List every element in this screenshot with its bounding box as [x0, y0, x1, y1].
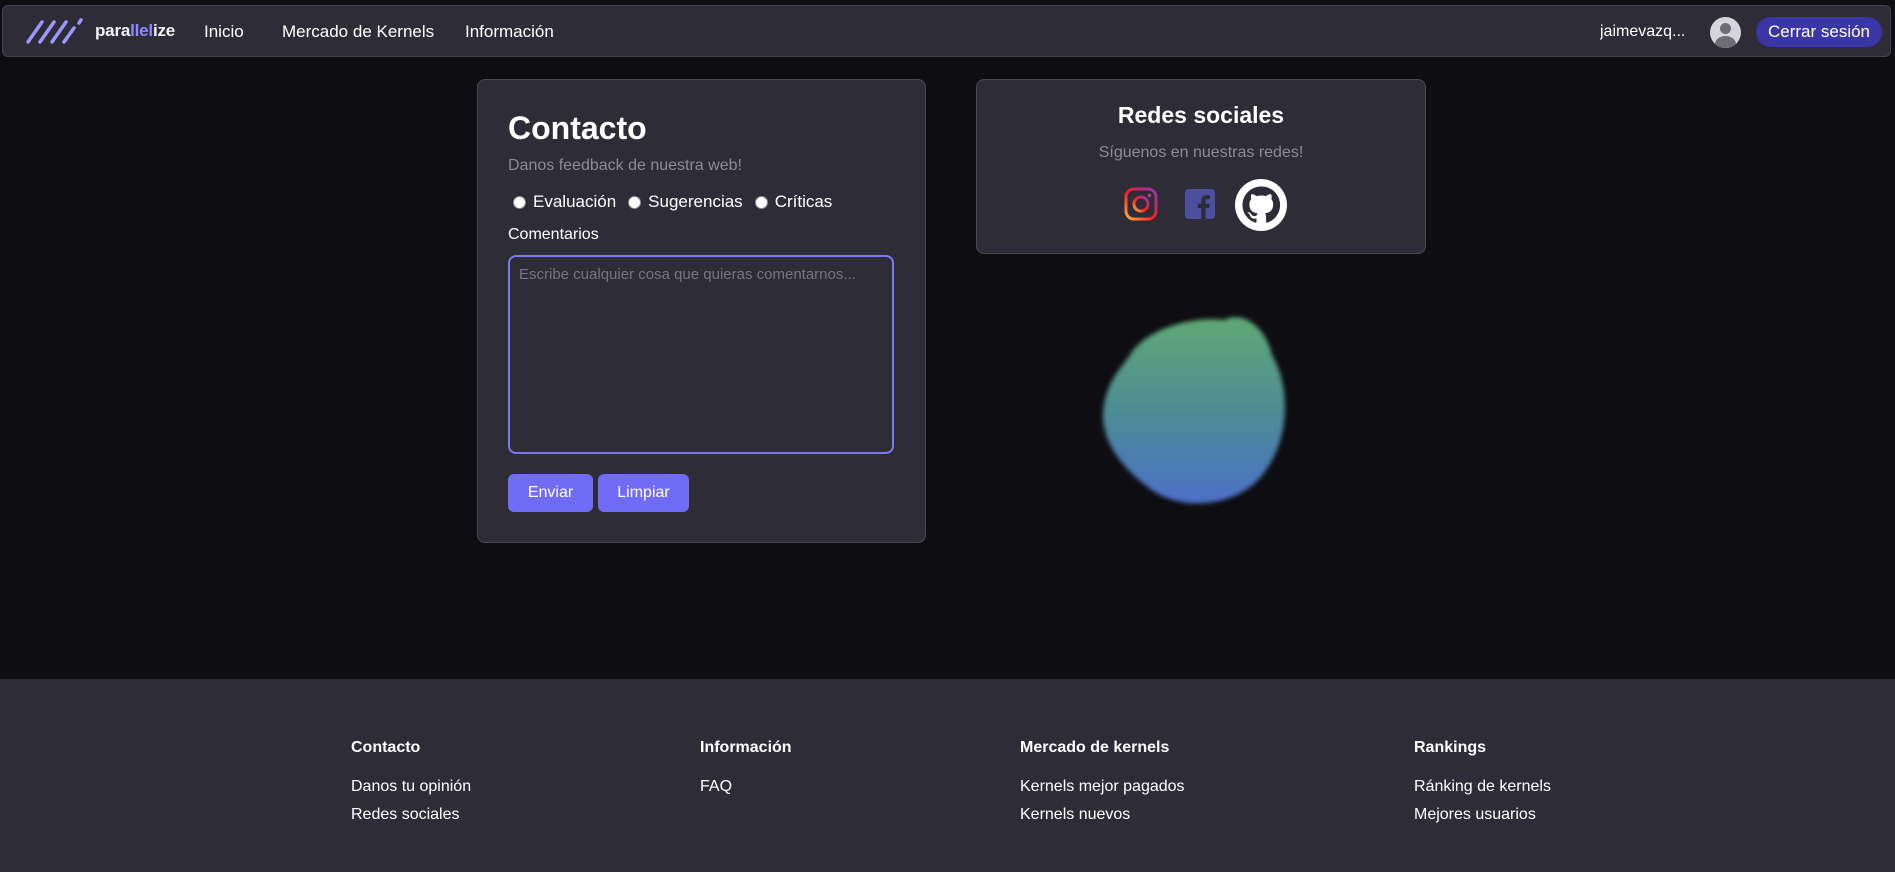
footer: Contacto Danos tu opinión Redes sociales… — [0, 679, 1895, 872]
nav-link-mercado-kernels[interactable]: Mercado de Kernels — [282, 22, 434, 42]
contact-title: Contacto — [508, 110, 647, 146]
footer-column-title: Rankings — [1414, 739, 1487, 756]
nav-link-informacion[interactable]: Información — [465, 22, 554, 42]
footer-column-title: Contacto — [351, 739, 421, 756]
logo[interactable]: parallelize — [25, 17, 175, 45]
footer-column-title: Información — [700, 739, 792, 756]
nav-link-inicio[interactable]: Inicio — [204, 22, 244, 42]
contact-subtitle: Danos feedback de nuestra web! — [508, 157, 742, 174]
comments-textarea[interactable] — [508, 255, 894, 454]
instagram-icon[interactable] — [1123, 186, 1159, 222]
footer-link-opinion[interactable]: Danos tu opinión — [351, 778, 471, 796]
footer-link-kernels-nuevos[interactable]: Kernels nuevos — [1020, 806, 1185, 824]
user-avatar-icon[interactable] — [1710, 17, 1741, 48]
footer-column-rankings: Rankings Ránking de kernels Mejores usua… — [1414, 739, 1551, 834]
radio-criticas[interactable] — [754, 195, 768, 209]
clear-button[interactable]: Limpiar — [598, 474, 689, 512]
radio-label-criticas[interactable]: Críticas — [775, 192, 833, 212]
navbar: parallelize Inicio Mercado de Kernels In… — [2, 5, 1891, 57]
decorative-blob-image — [1102, 317, 1285, 504]
footer-link-ranking-kernels[interactable]: Ránking de kernels — [1414, 778, 1551, 796]
radio-label-sugerencias[interactable]: Sugerencias — [648, 192, 743, 212]
footer-column-title: Mercado de kernels — [1020, 739, 1170, 756]
comments-label: Comentarios — [508, 226, 599, 243]
footer-column-informacion: Información FAQ — [700, 739, 792, 806]
feedback-type-radios: Evaluación Sugerencias Críticas — [513, 192, 844, 212]
footer-link-faq[interactable]: FAQ — [700, 778, 792, 796]
footer-column-mercado: Mercado de kernels Kernels mejor pagados… — [1020, 739, 1185, 834]
footer-link-mejores-usuarios[interactable]: Mejores usuarios — [1414, 806, 1551, 824]
footer-link-mejor-pagados[interactable]: Kernels mejor pagados — [1020, 778, 1185, 796]
username-label[interactable]: jaimevazq... — [1600, 23, 1692, 41]
logo-text: parallelize — [95, 21, 176, 40]
contact-card: Contacto Danos feedback de nuestra web! … — [477, 79, 926, 543]
send-button[interactable]: Enviar — [508, 474, 593, 512]
github-icon[interactable] — [1235, 179, 1287, 231]
facebook-icon[interactable] — [1185, 189, 1215, 219]
radio-evaluacion[interactable] — [513, 195, 526, 209]
radio-sugerencias[interactable] — [628, 195, 642, 209]
footer-column-contacto: Contacto Danos tu opinión Redes sociales — [351, 739, 471, 834]
radio-label-evaluacion[interactable]: Evaluación — [533, 192, 616, 212]
social-card: Redes sociales Síguenos en nuestras rede… — [976, 79, 1426, 254]
footer-link-redes[interactable]: Redes sociales — [351, 806, 471, 824]
social-title: Redes sociales — [1117, 102, 1285, 128]
logout-button[interactable]: Cerrar sesión — [1756, 17, 1882, 47]
social-subtitle: Síguenos en nuestras redes! — [1098, 144, 1304, 161]
slash-lines-logo-icon — [26, 18, 83, 44]
